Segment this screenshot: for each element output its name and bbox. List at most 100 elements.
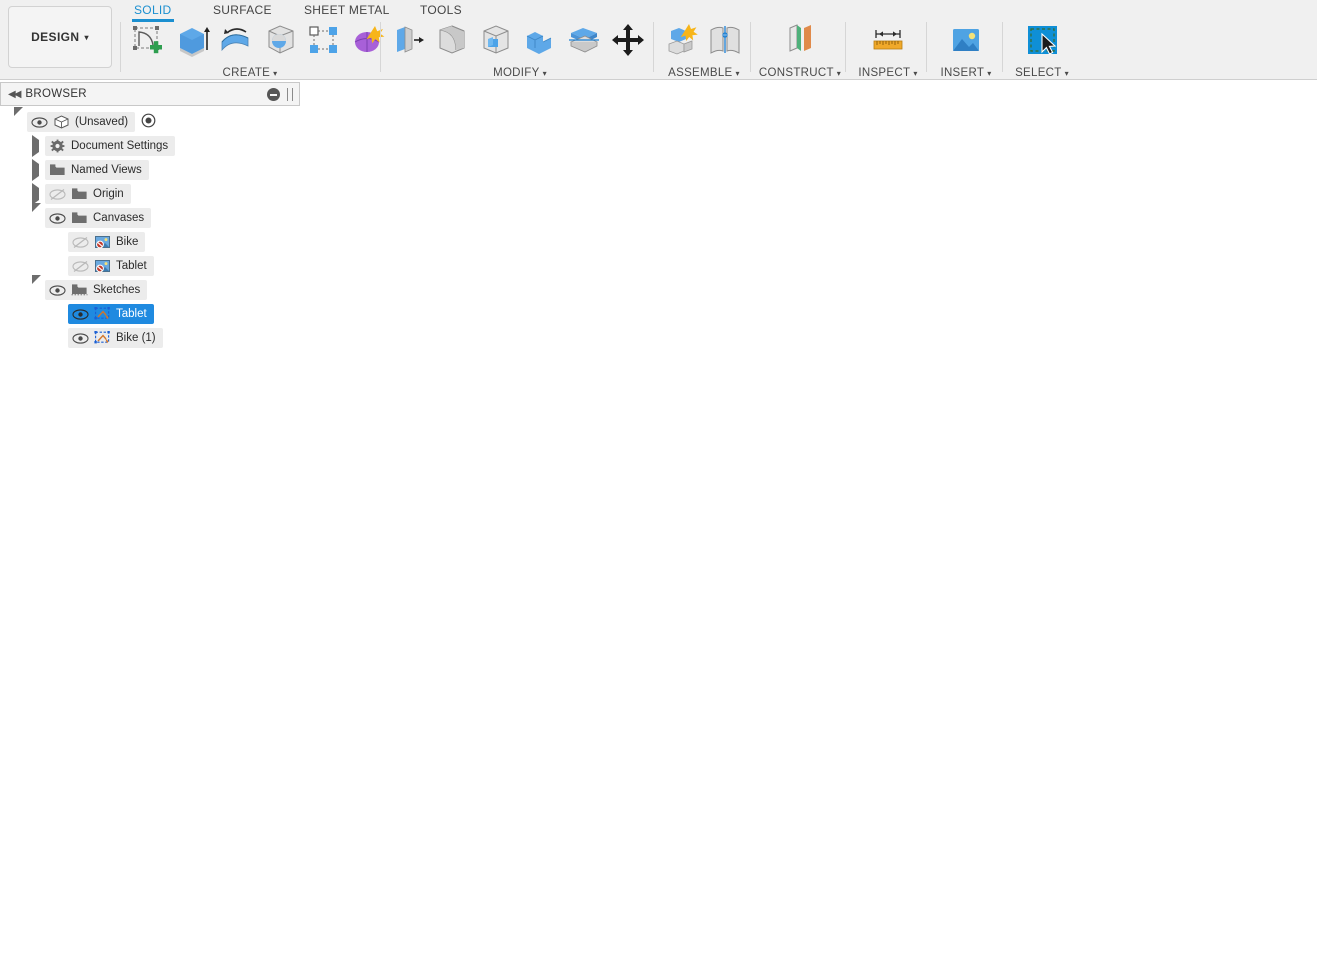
tree-item-named-views[interactable]: Named Views — [0, 158, 300, 182]
parallel-icon[interactable] — [1128, 524, 1145, 538]
coincident-icon[interactable] — [1101, 511, 1115, 525]
expander-open-icon[interactable] — [32, 274, 45, 297]
panel-construct-label[interactable]: CONSTRUCT ▾ — [752, 67, 848, 79]
concentric-icon[interactable] — [1075, 309, 1095, 328]
tablet-outline[interactable] — [224, 334, 1151, 959]
concentric-icon[interactable] — [236, 855, 256, 874]
tree-item-sketches[interactable]: Sketches — [0, 274, 300, 302]
perpendicular-icon[interactable] — [397, 396, 413, 411]
select-window-icon[interactable] — [1022, 20, 1062, 60]
panel-create-label[interactable]: CREATE ▾ — [122, 67, 378, 79]
parallel-icon[interactable] — [303, 892, 320, 906]
tree-item-canvas-tablet[interactable]: Tablet — [0, 254, 300, 278]
dim-label-r2-top-left[interactable]: R2.00 — [272, 357, 314, 374]
front-wheel[interactable] — [787, 581, 1041, 835]
fillet-icon[interactable] — [432, 20, 472, 60]
panel-select-label[interactable]: SELECT ▾ — [1004, 67, 1080, 79]
dim-hole-offset[interactable]: 7.90 — [236, 592, 314, 652]
move-copy-icon[interactable] — [608, 20, 648, 60]
parallel-icon[interactable] — [251, 894, 268, 908]
fix-ground-icon[interactable] — [230, 925, 249, 944]
rear-wheel[interactable] — [364, 581, 618, 835]
tree-item-canvases[interactable]: Canvases — [0, 202, 300, 230]
joint-icon[interactable] — [705, 20, 745, 60]
concentric-icon[interactable] — [1058, 861, 1078, 880]
dim-label-r10-bottom-left[interactable]: R10.00 — [211, 908, 261, 925]
fix-ground-icon[interactable] — [236, 633, 255, 652]
extrude-icon[interactable] — [172, 20, 212, 60]
fix-ground-icon[interactable] — [236, 633, 255, 652]
press-pull-icon[interactable] — [388, 20, 428, 60]
expander-open-icon[interactable] — [32, 202, 45, 225]
fix-ground-icon[interactable] — [1066, 880, 1085, 899]
parallel-icon[interactable] — [1077, 525, 1094, 539]
panel-insert-label[interactable]: INSERT ▾ — [928, 67, 1004, 79]
fix-ground-icon[interactable] — [1110, 923, 1129, 942]
hub-points[interactable] — [472, 761, 933, 813]
curvature-icon[interactable] — [587, 336, 609, 347]
construction-diagonals[interactable] — [224, 347, 1134, 910]
constraint-icon-layer[interactable] — [230, 336, 1147, 944]
parallel-icon[interactable] — [487, 414, 504, 428]
visibility-eye-icon[interactable] — [31, 116, 48, 129]
perpendicular-icon[interactable] — [296, 818, 312, 833]
expander-open-icon[interactable] — [14, 106, 27, 129]
collapse-left-icon[interactable]: ◀◀ — [1, 89, 25, 100]
insert-image-icon[interactable] — [946, 20, 986, 60]
camera-hole[interactable] — [264, 600, 312, 654]
perpendicular-icon[interactable] — [1064, 447, 1080, 462]
bike-centerlines[interactable] — [490, 513, 980, 788]
tree-item-document-settings[interactable]: Document Settings — [0, 134, 300, 158]
dim-top-right[interactable]: R10.00 R2.00 — [1052, 309, 1281, 385]
dim-bottom-right[interactable]: R10.00 R2.00 — [1058, 861, 1281, 942]
tree-item-sketch-tablet[interactable]: Tablet — [0, 302, 300, 326]
tree-item-unsaved[interactable]: (Unsaved) — [0, 106, 300, 134]
minimize-icon[interactable] — [267, 88, 280, 101]
fix-ground-icon[interactable] — [1061, 366, 1080, 385]
visibility-eye-icon[interactable] — [49, 212, 66, 225]
perpendicular-icon[interactable] — [1066, 528, 1082, 543]
curvature-icon[interactable] — [593, 371, 615, 382]
shell-icon[interactable] — [476, 20, 516, 60]
open-sketch-points[interactable] — [669, 498, 1114, 800]
expander-closed-icon[interactable] — [32, 134, 45, 157]
panel-assemble-label[interactable]: ASSEMBLE ▾ — [655, 67, 753, 79]
parallel-icon[interactable] — [1130, 601, 1147, 615]
concentric-icon[interactable] — [1058, 351, 1078, 370]
dim-label-hole-offset[interactable]: 7.90 — [262, 592, 293, 609]
tree-item-canvas-bike[interactable]: Bike — [0, 230, 300, 254]
fix-ground-icon[interactable] — [284, 372, 303, 391]
combine-icon[interactable] — [520, 20, 560, 60]
expander-closed-icon[interactable] — [32, 182, 45, 205]
sphere-icon[interactable] — [260, 20, 300, 60]
expander-closed-icon[interactable] — [32, 158, 45, 181]
dim-label-r10-bottom-right[interactable]: R10.00 — [1139, 908, 1189, 925]
sketch-origin-point[interactable] — [677, 703, 707, 733]
revolve-icon[interactable] — [216, 20, 256, 60]
resize-grip-icon[interactable] — [287, 88, 293, 101]
parallel-icon[interactable] — [939, 892, 956, 906]
dim-label-height[interactable]: 174.00 — [1261, 604, 1278, 652]
activate-radio-icon[interactable] — [141, 113, 156, 131]
split-face-icon[interactable] — [564, 20, 604, 60]
dim-label-r10-top-right[interactable]: R10.00 — [1139, 317, 1189, 334]
parallel-icon[interactable] — [1080, 602, 1097, 616]
pattern-icon[interactable] — [304, 20, 344, 60]
parallel-icon[interactable] — [499, 451, 516, 465]
visibility-eye-icon[interactable] — [72, 308, 89, 321]
perpendicular-icon[interactable] — [416, 430, 432, 445]
perpendicular-icon[interactable] — [1116, 448, 1132, 463]
fix-ground-icon[interactable] — [284, 874, 303, 893]
dim-label-r2-bottom-left[interactable]: R2.00 — [272, 873, 314, 890]
visibility-eye-icon[interactable] — [49, 284, 66, 297]
visibility-eye-hidden-icon[interactable] — [49, 188, 66, 201]
visibility-eye-hidden-icon[interactable] — [72, 260, 89, 273]
visibility-eye-hidden-icon[interactable] — [72, 236, 89, 249]
fix-ground-icon[interactable] — [1110, 923, 1129, 942]
dim-label-r2-top-right[interactable]: R2.00 — [1081, 355, 1123, 372]
tangent-icon[interactable] — [1052, 355, 1068, 369]
concentric-icon[interactable] — [283, 865, 303, 884]
measure-icon[interactable] — [868, 20, 908, 60]
bike-seat[interactable] — [504, 517, 638, 581]
dim-label-r2-bottom-right[interactable]: R2.00 — [1084, 873, 1126, 890]
